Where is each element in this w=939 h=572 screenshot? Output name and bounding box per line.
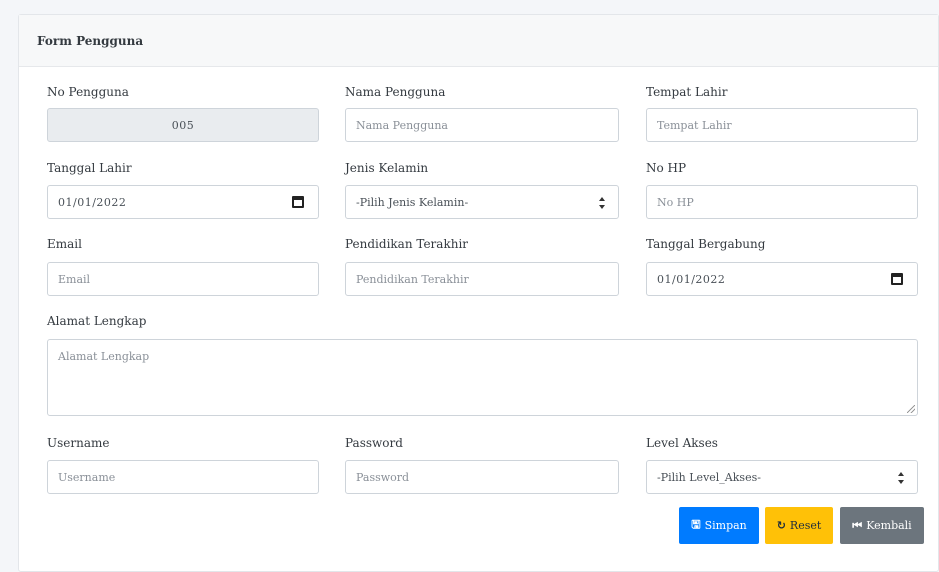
form-card: Form Pengguna No Pengguna 005 Nama Pengg… (18, 14, 939, 572)
no-pengguna-value: 005 (171, 118, 195, 132)
calendar-icon[interactable] (891, 273, 903, 285)
no-pengguna-field: 005 (47, 108, 319, 142)
nama-pengguna-input[interactable]: Nama Pengguna (345, 108, 619, 142)
kembali-label: Kembali (866, 519, 912, 532)
tempat-lahir-input[interactable]: Tempat Lahir (646, 108, 918, 142)
password-label: Password (345, 436, 403, 450)
no-pengguna-label: No Pengguna (47, 85, 129, 99)
tanggal-bergabung-input[interactable]: 01/01/2022 (646, 262, 918, 296)
refresh-icon: ↻ (776, 519, 786, 532)
tanggal-lahir-label: Tanggal Lahir (47, 161, 132, 175)
password-placeholder: Password (356, 470, 410, 484)
username-input[interactable]: Username (47, 460, 319, 494)
pendidikan-terakhir-input[interactable]: Pendidikan Terakhir (345, 262, 619, 296)
floppy-icon: 🖫 (691, 518, 701, 531)
tanggal-bergabung-label: Tanggal Bergabung (646, 237, 766, 251)
reset-label: Reset (789, 519, 822, 532)
tanggal-lahir-input[interactable]: 01/01/2022 (47, 185, 319, 219)
tempat-lahir-label: Tempat Lahir (646, 85, 728, 99)
calendar-icon[interactable] (292, 196, 304, 208)
resize-grip-icon[interactable] (907, 405, 915, 413)
tanggal-bergabung-value: 01/01/2022 (657, 272, 726, 286)
email-label: Email (47, 237, 82, 251)
nama-pengguna-placeholder: Nama Pengguna (356, 118, 448, 132)
alamat-lengkap-textarea[interactable]: Alamat Lengkap (47, 339, 918, 416)
no-hp-input[interactable]: No HP (646, 185, 918, 219)
jenis-kelamin-selected: -Pilih Jenis Kelamin- (356, 195, 469, 209)
no-hp-placeholder: No HP (657, 195, 694, 209)
select-arrows-icon (599, 197, 605, 209)
simpan-label: Simpan (704, 519, 747, 532)
jenis-kelamin-select[interactable]: -Pilih Jenis Kelamin- (345, 185, 619, 219)
email-input[interactable]: Email (47, 262, 319, 296)
pendidikan-terakhir-label: Pendidikan Terakhir (345, 237, 469, 251)
tempat-lahir-placeholder: Tempat Lahir (657, 118, 732, 132)
username-placeholder: Username (58, 470, 116, 484)
simpan-button[interactable]: 🖫 Simpan (679, 507, 759, 544)
nama-pengguna-label: Nama Pengguna (345, 85, 446, 99)
level-akses-selected: -Pilih Level_Akses- (657, 470, 761, 484)
level-akses-label: Level Akses (646, 436, 718, 450)
alamat-lengkap-label: Alamat Lengkap (47, 314, 147, 328)
kembali-button[interactable]: ⏮ Kembali (840, 507, 924, 544)
select-arrows-icon (898, 472, 904, 484)
back-icon: ⏮ (852, 518, 863, 532)
card-header: Form Pengguna (19, 15, 938, 67)
alamat-lengkap-placeholder: Alamat Lengkap (58, 350, 150, 363)
email-placeholder: Email (58, 272, 91, 286)
pendidikan-terakhir-placeholder: Pendidikan Terakhir (356, 272, 469, 286)
password-input[interactable]: Password (345, 460, 619, 494)
jenis-kelamin-label: Jenis Kelamin (345, 161, 429, 175)
level-akses-select[interactable]: -Pilih Level_Akses- (646, 460, 918, 494)
card-title: Form Pengguna (37, 33, 144, 48)
reset-button[interactable]: ↻ Reset (765, 507, 833, 544)
tanggal-lahir-value: 01/01/2022 (58, 195, 127, 209)
no-hp-label: No HP (646, 161, 687, 175)
username-label: Username (47, 436, 110, 450)
